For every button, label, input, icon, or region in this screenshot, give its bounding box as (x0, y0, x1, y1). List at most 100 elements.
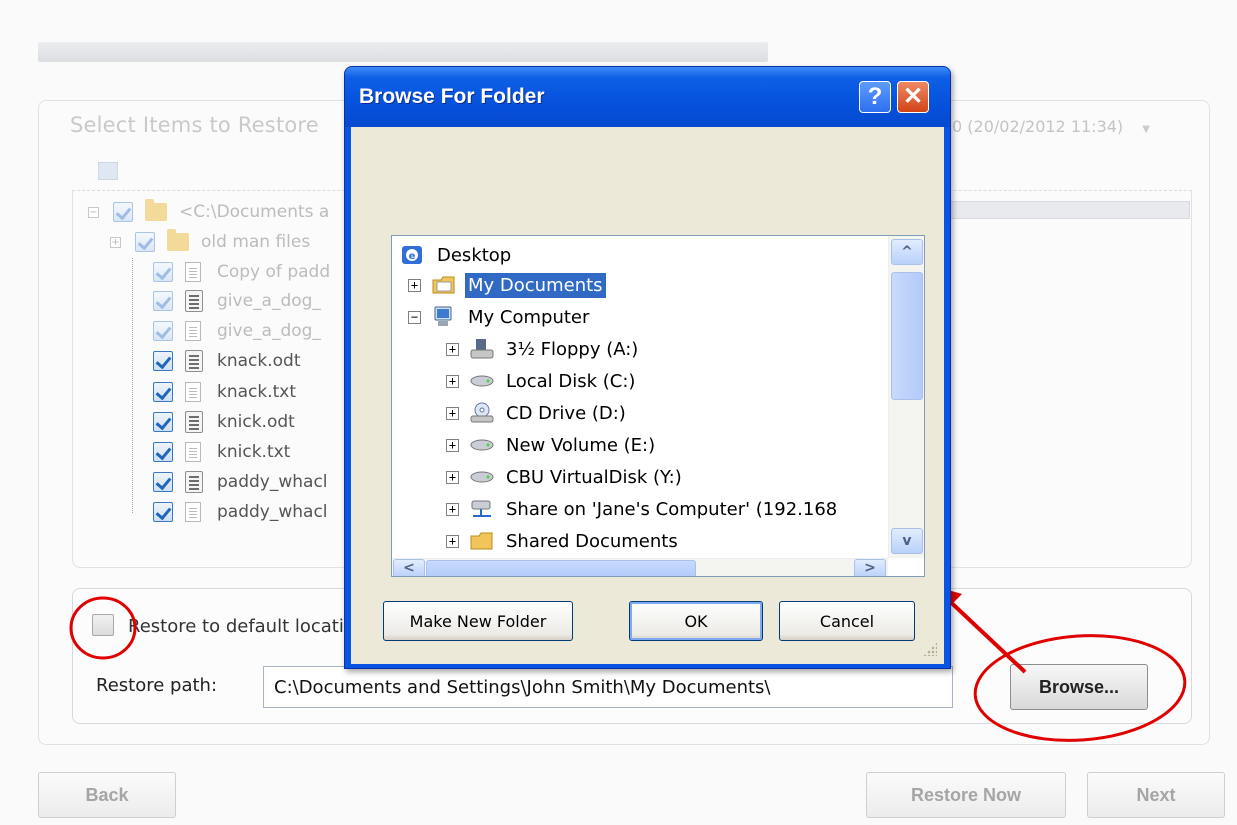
tree-item-label: 3½ Floppy (A:) (506, 338, 639, 360)
tree-item-my-computer[interactable]: − My Computer (408, 302, 592, 332)
tree-checkbox[interactable] (153, 412, 173, 432)
tree-item-floppy[interactable]: + 3½ Floppy (A:) (446, 334, 641, 364)
horizontal-scrollbar[interactable]: < > (392, 558, 888, 576)
vertical-scrollbar[interactable]: ^ v (888, 236, 924, 558)
tree-item-label: My Computer (468, 306, 590, 328)
text-file-icon (185, 382, 201, 402)
tree-item-label: My Documents (465, 272, 606, 298)
tree-row[interactable]: knick.odt (153, 407, 295, 437)
root-row-highlight (950, 201, 1190, 219)
dialog-title: Browse For Folder (359, 85, 545, 108)
tree-item-network-share[interactable]: + Share on 'Jane's Computer' (192.168 (446, 494, 840, 524)
tree-row[interactable]: Copy of padd (153, 257, 330, 287)
tree-checkbox[interactable] (153, 291, 173, 311)
expand-icon[interactable]: + (408, 278, 421, 292)
text-file-icon (185, 262, 201, 282)
tree-checkbox[interactable] (153, 442, 173, 462)
tree-row[interactable]: paddy_whacl (153, 467, 328, 497)
tree-item-shared-documents[interactable]: + Shared Documents (446, 526, 681, 556)
browse-button[interactable]: Browse... (1010, 664, 1148, 710)
tree-item-label: New Volume (E:) (506, 434, 656, 456)
tree-item-desktop[interactable]: e Desktop (400, 240, 514, 270)
hard-disk-icon (469, 434, 495, 456)
tree-row[interactable]: knick.txt (153, 437, 290, 467)
expand-icon[interactable]: + (446, 406, 459, 420)
expand-icon[interactable]: + (446, 374, 459, 388)
collapse-icon[interactable]: − (88, 206, 99, 218)
section-title: Select Items to Restore (70, 113, 319, 137)
restore-default-checkbox[interactable] (92, 614, 114, 636)
odt-file-icon (185, 290, 203, 312)
tree-row[interactable]: + old man files (110, 227, 310, 257)
expand-icon[interactable]: + (446, 470, 459, 484)
expand-icon[interactable]: + (446, 342, 459, 356)
tree-checkbox[interactable] (153, 382, 173, 402)
floppy-drive-icon (469, 338, 495, 360)
vertical-scroll-thumb[interactable] (891, 272, 923, 400)
select-all-checkbox[interactable] (98, 162, 118, 180)
expand-icon[interactable]: + (110, 236, 121, 248)
scroll-down-button[interactable]: v (891, 528, 923, 554)
tree-row[interactable]: knack.txt (153, 377, 296, 407)
collapse-icon[interactable]: − (408, 310, 421, 324)
computer-icon (431, 306, 457, 328)
odt-file-icon (185, 350, 203, 372)
expand-icon[interactable]: + (446, 438, 459, 452)
back-button[interactable]: Back (38, 772, 176, 818)
tree-item-label: Desktop (437, 244, 512, 266)
horizontal-scroll-thumb[interactable] (426, 560, 696, 576)
network-drive-icon (469, 498, 495, 520)
ok-button[interactable]: OK (629, 601, 763, 641)
restore-path-input[interactable] (263, 666, 953, 708)
next-button[interactable]: Next (1087, 772, 1225, 818)
tree-item-label: Shared Documents (506, 530, 678, 552)
tree-checkbox[interactable] (153, 351, 173, 371)
tree-row[interactable]: give_a_dog_ (153, 316, 321, 346)
scroll-up-button[interactable]: ^ (891, 239, 923, 265)
restore-default-label: Restore to default locatio (128, 616, 355, 637)
help-button[interactable]: ? (859, 81, 891, 113)
browse-for-folder-dialog: Browse For Folder ? ✕ e Desktop + My Doc… (344, 66, 951, 669)
tree-item-label: Share on 'Jane's Computer' (192.168 (506, 498, 838, 520)
tree-row-label: knack.odt (217, 351, 301, 371)
folder-icon (167, 229, 189, 251)
progress-bar (38, 42, 768, 62)
folder-tree-view[interactable]: e Desktop + My Documents − My Computer + (391, 235, 925, 577)
tree-row[interactable]: − <C:\Documents a (88, 197, 329, 227)
expand-icon[interactable]: + (446, 534, 459, 548)
dialog-titlebar[interactable]: Browse For Folder ? ✕ (345, 67, 950, 127)
odt-file-icon (185, 411, 203, 433)
tree-row-label: give_a_dog_ (217, 321, 321, 341)
tree-checkbox[interactable] (153, 472, 173, 492)
tree-checkbox[interactable] (113, 202, 133, 222)
cancel-button[interactable]: Cancel (779, 601, 915, 641)
tree-item-cbu-virtualdisk[interactable]: + CBU VirtualDisk (Y:) (446, 462, 685, 492)
backup-select[interactable]: 0 (20/02/2012 11:34) ▼ (952, 117, 1150, 136)
tree-checkbox[interactable] (153, 262, 173, 282)
tree-checkbox[interactable] (153, 321, 173, 341)
hard-disk-icon (469, 466, 495, 488)
text-file-icon (185, 502, 201, 522)
tree-item-cd-drive[interactable]: + CD Drive (D:) (446, 398, 629, 428)
tree-row[interactable]: knack.odt (153, 346, 301, 376)
desktop-icon: e (400, 244, 426, 266)
folder-icon (145, 199, 167, 221)
restore-now-button[interactable]: Restore Now (866, 772, 1066, 818)
scroll-right-button[interactable]: > (854, 559, 886, 576)
text-file-icon (185, 442, 201, 462)
tree-item-local-disk[interactable]: + Local Disk (C:) (446, 366, 638, 396)
tree-row[interactable]: paddy_whacl (153, 497, 328, 527)
tree-row-label: old man files (201, 232, 311, 252)
expand-icon[interactable]: + (446, 502, 459, 516)
tree-item-label: Local Disk (C:) (506, 370, 636, 392)
tree-row[interactable]: give_a_dog_ (153, 286, 321, 316)
tree-item-new-volume[interactable]: + New Volume (E:) (446, 430, 658, 460)
tree-checkbox[interactable] (153, 502, 173, 522)
text-file-icon (185, 321, 201, 341)
resize-grip[interactable] (923, 642, 937, 656)
close-button[interactable]: ✕ (897, 81, 929, 113)
tree-item-my-documents[interactable]: + My Documents (408, 270, 606, 300)
make-new-folder-button[interactable]: Make New Folder (383, 601, 573, 641)
scroll-left-button[interactable]: < (393, 559, 425, 576)
tree-checkbox[interactable] (135, 232, 155, 252)
